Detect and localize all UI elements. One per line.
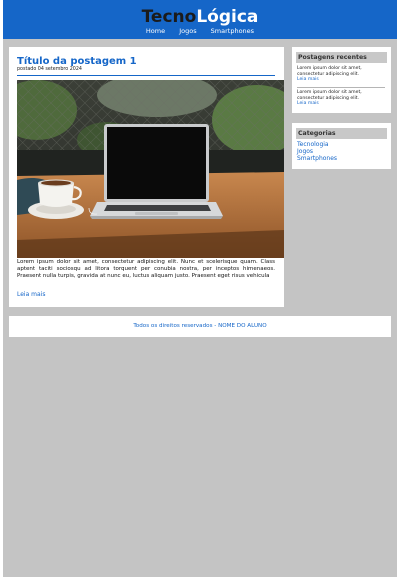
post-image xyxy=(17,80,284,258)
post-date: postado 04 setembro 2024 xyxy=(17,67,82,72)
categories-list: Tecnologia Jogos Smartphones xyxy=(297,141,337,163)
post-read-more-link[interactable]: Leia mais xyxy=(17,291,46,298)
recent-posts-title: Postagens recentes xyxy=(296,52,387,63)
post-body: Lorem ipsum dolor sit amet, consectetur … xyxy=(17,259,275,279)
nav-item-smartphones[interactable]: Smartphones xyxy=(211,27,254,35)
recent-post-item: Lorem ipsum dolor sit amet, consectetur … xyxy=(297,66,387,83)
category-link-tecnologia[interactable]: Tecnologia xyxy=(297,141,337,148)
site-header: TecnoLógica Home Jogos Smartphones xyxy=(3,0,397,39)
categories-title: Categorias xyxy=(296,128,387,139)
recent-post-read-more-link[interactable]: Leia mais xyxy=(297,77,319,82)
nav-item-jogos[interactable]: Jogos xyxy=(179,27,196,35)
site-footer: Todos os direitos reservados - NOME DO A… xyxy=(9,316,391,337)
logo-part-2: Lógica xyxy=(196,7,259,27)
site-logo[interactable]: TecnoLógica xyxy=(3,8,397,26)
blog-post: Título da postagem 1 postado 04 setembro… xyxy=(9,47,284,307)
recent-post-text: Lorem ipsum dolor sit amet, consectetur … xyxy=(297,66,362,77)
main-nav: Home Jogos Smartphones xyxy=(3,27,397,35)
page-frame: TecnoLógica Home Jogos Smartphones Títul… xyxy=(3,0,397,577)
recent-posts-divider xyxy=(297,87,385,88)
recent-post-item: Lorem ipsum dolor sit amet, consectetur … xyxy=(297,90,387,107)
logo-part-1: Tecno xyxy=(141,7,197,27)
recent-posts-widget: Postagens recentes Lorem ipsum dolor sit… xyxy=(292,47,391,113)
nav-item-home[interactable]: Home xyxy=(146,27,165,35)
recent-post-read-more-link[interactable]: Leia mais xyxy=(297,101,319,106)
categories-widget: Categorias Tecnologia Jogos Smartphones xyxy=(292,123,391,169)
title-divider xyxy=(17,75,275,76)
category-link-smartphones[interactable]: Smartphones xyxy=(297,155,337,162)
category-link-jogos[interactable]: Jogos xyxy=(297,148,337,155)
recent-post-text: Lorem ipsum dolor sit amet, consectetur … xyxy=(297,90,362,101)
footer-text: Todos os direitos reservados - NOME DO A… xyxy=(133,323,267,329)
